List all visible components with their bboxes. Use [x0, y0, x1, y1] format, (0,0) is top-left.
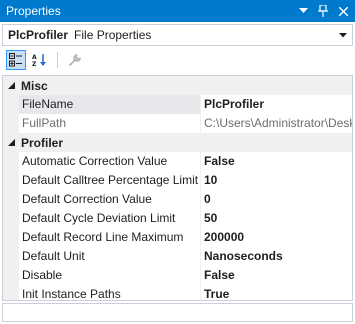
alphabetical-icon[interactable]: A Z — [30, 50, 50, 70]
category-misc[interactable]: Misc — [3, 76, 352, 95]
property-value[interactable]: False — [201, 152, 352, 171]
property-row[interactable]: Automatic Correction Value False — [3, 152, 352, 171]
property-value[interactable]: 0 — [201, 190, 352, 209]
property-name: Default Correction Value — [19, 190, 201, 209]
property-name: Disable — [19, 266, 201, 285]
category-profiler[interactable]: Profiler — [3, 133, 352, 152]
property-row[interactable]: Default Record Line Maximum 200000 — [3, 228, 352, 247]
property-row[interactable]: FileName PlcProfiler — [3, 95, 352, 114]
window-title: Properties — [6, 4, 61, 18]
wrench-icon[interactable] — [65, 50, 85, 70]
category-label: Profiler — [21, 135, 64, 150]
property-name: Default Cycle Deviation Limit — [19, 209, 201, 228]
svg-text:Z: Z — [32, 61, 37, 67]
property-row[interactable]: Default Calltree Percentage Limit 10 — [3, 171, 352, 190]
categorized-icon[interactable] — [6, 50, 26, 70]
collapse-icon[interactable] — [3, 76, 19, 95]
property-value: C:\Users\Administrator\Desk — [204, 116, 352, 130]
property-value[interactable]: False — [201, 266, 352, 285]
property-value[interactable]: 50 — [201, 209, 352, 228]
property-row[interactable]: FullPath C:\Users\Administrator\Desk — [3, 114, 352, 133]
object-selector[interactable]: PlcProfiler File Properties — [2, 24, 353, 46]
property-name: FullPath — [19, 114, 201, 133]
chevron-down-icon[interactable] — [334, 32, 352, 38]
properties-toolbar: A Z — [0, 47, 355, 73]
property-value[interactable]: PlcProfiler — [201, 95, 352, 114]
property-name: Default Unit — [19, 247, 201, 266]
object-name: PlcProfiler — [8, 28, 69, 42]
svg-text:A: A — [32, 54, 37, 61]
toolbar-separator — [57, 52, 58, 68]
property-row[interactable]: Default Correction Value 0 — [3, 190, 352, 209]
property-row[interactable]: Default Cycle Deviation Limit 50 — [3, 209, 352, 228]
property-value[interactable]: Nanoseconds — [201, 247, 352, 266]
property-row[interactable]: Disable False — [3, 266, 352, 285]
property-name: FileName — [19, 95, 201, 114]
close-icon[interactable] — [335, 3, 351, 19]
property-value[interactable]: True — [201, 285, 352, 300]
property-value[interactable]: 10 — [201, 171, 352, 190]
property-name: Init Instance Paths — [19, 285, 201, 300]
property-name: Default Record Line Maximum — [19, 228, 201, 247]
property-row[interactable]: Default Unit Nanoseconds — [3, 247, 352, 266]
property-value[interactable]: 200000 — [201, 228, 352, 247]
dropdown-menu-icon[interactable] — [295, 3, 311, 19]
property-name: Default Calltree Percentage Limit — [19, 171, 201, 190]
collapse-icon[interactable] — [3, 133, 19, 152]
property-grid: Misc FileName PlcProfiler FullPath C:\Us… — [2, 75, 353, 301]
object-type: File Properties — [74, 28, 152, 42]
properties-titlebar: Properties — [0, 0, 355, 22]
property-name: Automatic Correction Value — [19, 152, 201, 171]
property-row[interactable]: Init Instance Paths True — [3, 285, 352, 300]
description-pane — [2, 303, 353, 322]
pin-icon[interactable] — [315, 3, 331, 19]
category-label: Misc — [21, 78, 48, 93]
